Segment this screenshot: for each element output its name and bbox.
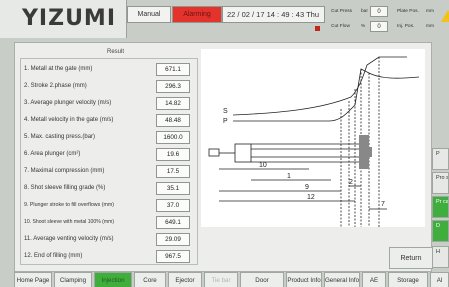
dim-label-2: 2: [349, 179, 353, 186]
result-value: 29.09: [156, 233, 190, 246]
warning-icon[interactable]: [441, 10, 449, 22]
result-row: 10. Shoot sleeve with metal 100% (mm) 649…: [24, 216, 194, 231]
alarm-dot-icon: [315, 26, 320, 31]
result-label: 10. Shoot sleeve with metal 100% (mm): [24, 219, 115, 225]
result-row: 12. End of filling (mm) 967.5: [24, 250, 194, 265]
result-value: 35.1: [156, 182, 190, 195]
tab-general-info[interactable]: General Info: [324, 272, 360, 287]
tab-al[interactable]: Al: [430, 272, 449, 287]
result-row: 1. Metall at the gate (mm) 671.1: [24, 63, 194, 78]
result-label: 12. End of filling (mm): [24, 253, 83, 259]
die-block: [359, 135, 369, 169]
result-list: 1. Metall at the gate (mm) 671.1 2. Strok…: [20, 58, 198, 265]
s-curve-label: S: [223, 108, 228, 115]
result-value: 14.82: [156, 97, 190, 110]
tab-door[interactable]: Door: [240, 272, 284, 287]
die-gate: [369, 147, 372, 157]
inj-pos-unit: mm: [426, 24, 434, 29]
cut-press-value: 0: [370, 6, 388, 17]
result-label: 1. Metall at the gate (mm): [24, 66, 93, 72]
result-label: 5. Max. casting press.(bar): [24, 134, 96, 140]
result-value: 17.5: [156, 165, 190, 178]
tab-tie-bar: Tie bar: [204, 272, 238, 287]
result-value: 671.1: [156, 63, 190, 76]
result-row: 2. Stroke 2.phase (mm) 296.3: [24, 80, 194, 95]
result-value: 19.6: [156, 148, 190, 161]
side-button-program-calc[interactable]: Pr calc: [432, 196, 449, 218]
dim-label-1: 1: [287, 173, 291, 180]
side-button-p[interactable]: P: [432, 148, 449, 170]
result-label: 2. Stroke 2.phase (mm): [24, 83, 87, 89]
result-row: 5. Max. casting press.(bar) 1600.0: [24, 131, 194, 146]
p-curve-label: P: [223, 118, 228, 125]
cut-flow-value: 0: [370, 21, 388, 32]
plate-pos-label: Plate Pos.: [397, 9, 419, 14]
yizumi-logo: YIZUMI: [0, 0, 127, 38]
result-row: 7. Maximal compression (mm) 17.5: [24, 165, 194, 180]
result-label: 4. Metall velocity in the gate (m/s): [24, 117, 114, 123]
result-value: 296.3: [156, 80, 190, 93]
tab-storage[interactable]: Storage: [388, 272, 428, 287]
tab-product-info[interactable]: Product Info: [286, 272, 322, 287]
result-row: 3. Average plunger velocity (m/s) 14.82: [24, 97, 194, 112]
side-button-d[interactable]: D: [432, 220, 449, 242]
tab-home-page[interactable]: Home Page: [14, 272, 52, 287]
cut-flow-label: Cut Flow: [331, 24, 350, 29]
result-value: 649.1: [156, 216, 190, 229]
result-row: 4. Metall velocity in the gate (m/s) 48.4…: [24, 114, 194, 129]
result-label: 7. Maximal compression (mm): [24, 168, 105, 174]
mode-indicator: Manual: [127, 6, 171, 23]
cut-press-label: Cut Press: [331, 9, 353, 14]
tab-injection[interactable]: Injection: [94, 272, 132, 287]
result-row: 6. Area plunger (cm²) 19.6: [24, 148, 194, 163]
dim-label-9: 9: [305, 184, 309, 191]
result-value: 48.48: [156, 114, 190, 127]
result-value: 37.0: [156, 199, 190, 212]
result-row: 9. Plunger stroke to fill overflows (mm)…: [24, 199, 194, 214]
side-button-program-store[interactable]: Pro sto: [432, 172, 449, 194]
date-time-display: 22 / 02 / 17 14 : 49 : 43 Thu: [222, 6, 325, 23]
side-button-h[interactable]: H: [432, 246, 449, 268]
cut-flow-unit: %: [361, 24, 366, 29]
dim-label-10: 10: [259, 162, 267, 169]
result-value: 967.5: [156, 250, 190, 263]
result-title: Result: [107, 49, 125, 55]
tab-clamping[interactable]: Clamping: [54, 272, 92, 287]
inj-pos-label: Inj. Pos.: [397, 24, 415, 29]
return-button[interactable]: Return: [389, 247, 433, 269]
result-value: 1600.0: [156, 131, 190, 144]
result-label: 11. Average venting velocity (m/s): [24, 236, 114, 242]
logo-text: YIZUMI: [22, 6, 117, 31]
result-label: 9. Plunger stroke to fill overflows (mm): [24, 202, 115, 208]
plate-pos-unit: mm: [426, 9, 434, 14]
result-label: 6. Area plunger (cm²): [24, 151, 81, 157]
dim-label-12: 12: [307, 194, 315, 201]
result-label: 8. Shot sleeve filling grade (%): [24, 185, 106, 191]
result-panel: Result 1. Metall at the gate (mm) 671.1 2…: [14, 42, 433, 272]
result-row: 11. Average venting velocity (m/s) 29.09: [24, 233, 194, 248]
injection-stroke-diagram: S P 10 1 9 12 2 7: [201, 49, 425, 227]
alarm-indicator[interactable]: Alarming: [172, 6, 222, 23]
cut-press-unit: bar: [361, 9, 368, 14]
result-label: 3. Average plunger velocity (m/s): [24, 100, 112, 106]
injection-result-screen: YIZUMI Manual Alarming 22 / 02 / 17 14 :…: [0, 0, 449, 287]
tab-ae[interactable]: AE: [362, 272, 386, 287]
result-row: 8. Shot sleeve filling grade (%) 35.1: [24, 182, 194, 197]
tab-ejector[interactable]: Ejector: [168, 272, 202, 287]
dim-label-7: 7: [381, 201, 385, 208]
tab-core[interactable]: Core: [134, 272, 166, 287]
